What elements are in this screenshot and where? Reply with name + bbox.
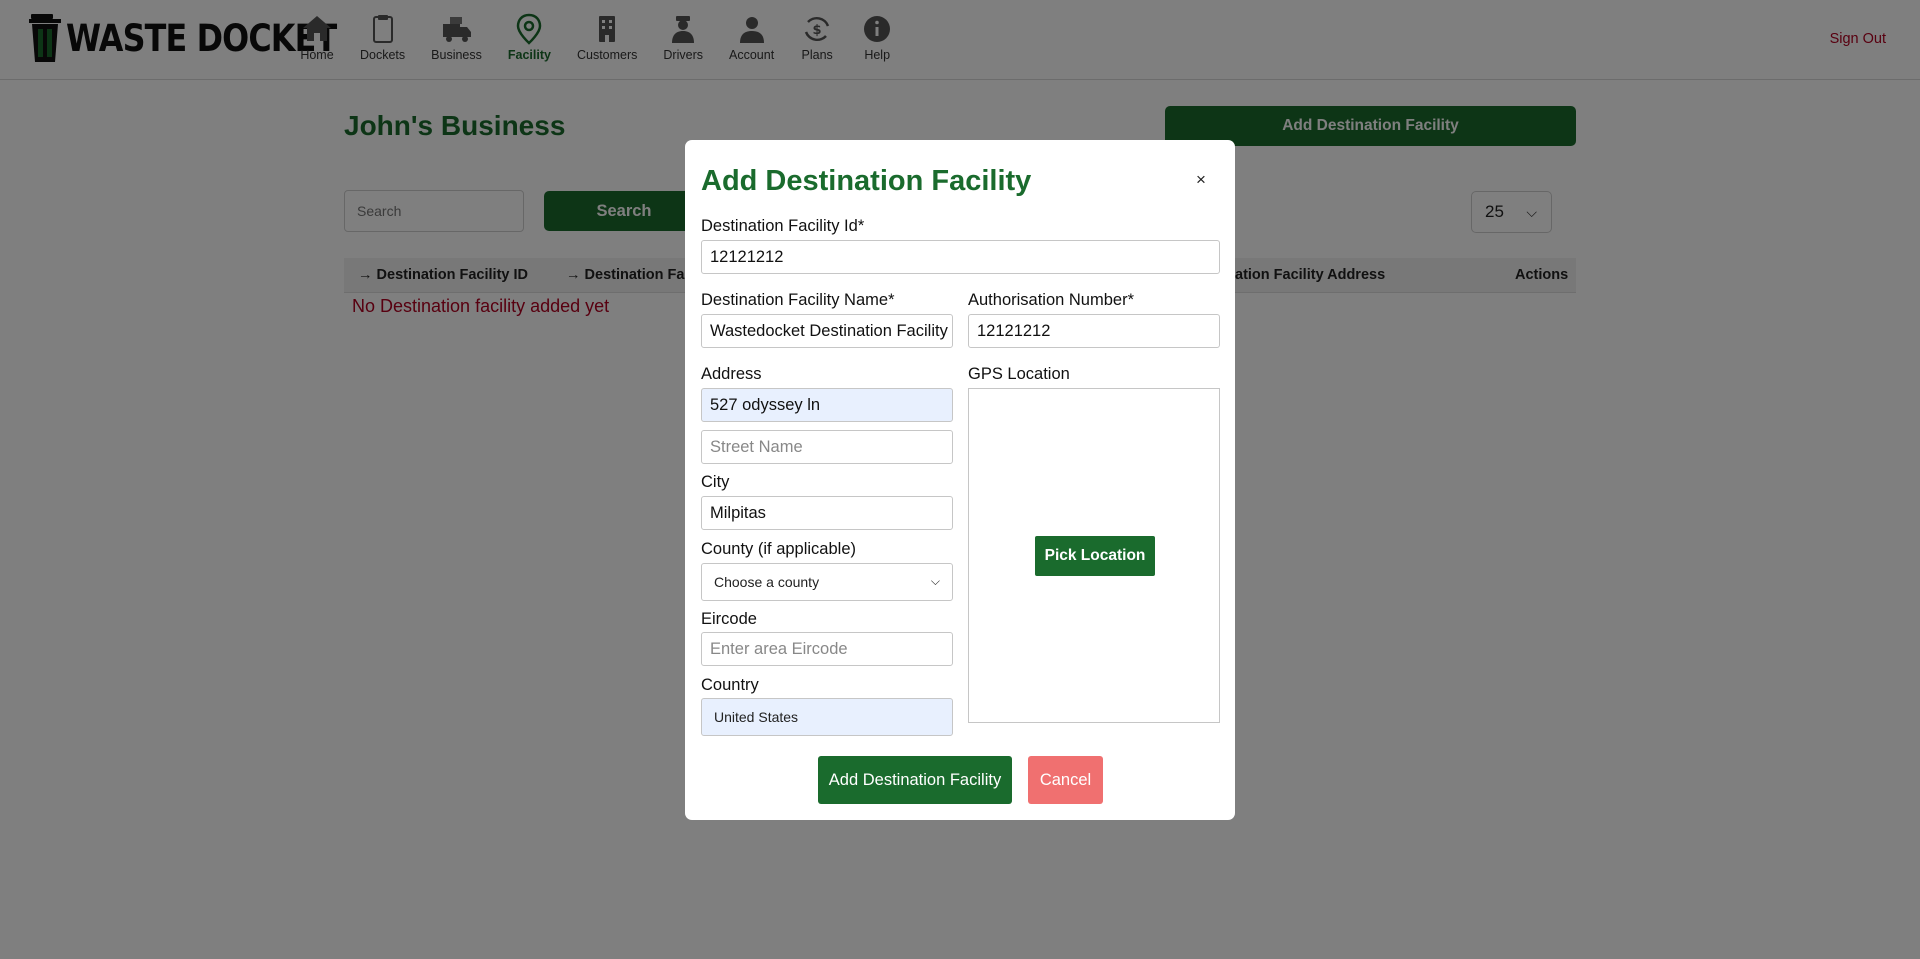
auth-number-input[interactable]: 12121212 [968, 314, 1220, 348]
country-select[interactable]: United States [701, 698, 953, 736]
submit-add-facility-button[interactable]: Add Destination Facility [818, 756, 1012, 804]
county-select-value: Choose a county [714, 574, 820, 590]
pick-location-button[interactable]: Pick Location [1035, 536, 1155, 576]
county-label: County (if applicable) [701, 540, 856, 558]
gps-location-label: GPS Location [968, 365, 1070, 383]
country-label: Country [701, 676, 759, 694]
eircode-label: Eircode [701, 610, 757, 628]
street-name-input[interactable]: Street Name [701, 430, 953, 464]
gps-location-panel: Pick Location [968, 388, 1220, 723]
chevron-down-icon: ⌵ [930, 574, 940, 588]
close-icon[interactable]: × [1196, 170, 1206, 190]
city-label: City [701, 473, 730, 491]
facility-name-label: Destination Facility Name* [701, 291, 895, 309]
facility-id-input[interactable]: 12121212 [701, 240, 1220, 274]
facility-id-label: Destination Facility Id* [701, 217, 865, 235]
eircode-input[interactable]: Enter area Eircode [701, 632, 953, 666]
address-input[interactable]: 527 odyssey ln [701, 388, 953, 422]
facility-name-input[interactable]: Wastedocket Destination Facility [701, 314, 953, 348]
modal-title: Add Destination Facility [701, 165, 1032, 197]
auth-number-label: Authorisation Number* [968, 291, 1134, 309]
cancel-button[interactable]: Cancel [1028, 756, 1103, 804]
address-label: Address [701, 365, 762, 383]
city-input[interactable]: Milpitas [701, 496, 953, 530]
add-facility-modal: Add Destination Facility × Destination F… [685, 140, 1235, 820]
county-select[interactable]: Choose a county ⌵ [701, 563, 953, 601]
country-select-value: United States [714, 709, 799, 725]
